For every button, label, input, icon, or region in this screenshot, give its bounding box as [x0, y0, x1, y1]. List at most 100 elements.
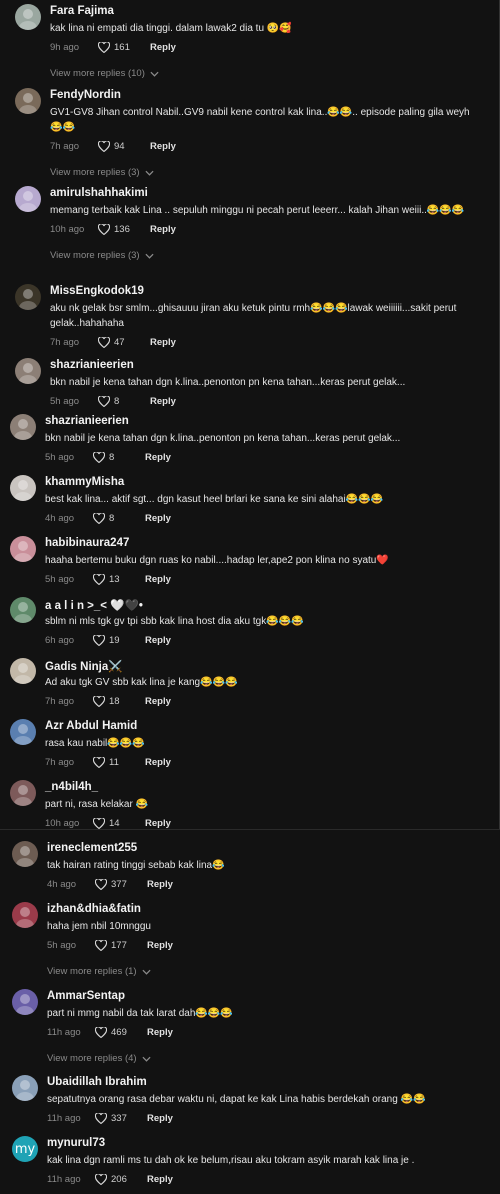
username[interactable]: FendyNordin: [50, 89, 121, 101]
comment-meta: 5h ago 8 Reply: [50, 396, 176, 407]
heart-icon[interactable]: [93, 818, 105, 829]
avatar[interactable]: [12, 841, 38, 867]
avatar[interactable]: [12, 902, 38, 928]
reply-button[interactable]: Reply: [145, 574, 171, 585]
view-more-label: View more replies (3): [50, 250, 140, 261]
heart-icon[interactable]: [98, 224, 110, 235]
view-more-replies[interactable]: View more replies (10): [50, 68, 159, 79]
reply-button[interactable]: Reply: [145, 452, 171, 463]
reply-button[interactable]: Reply: [150, 337, 176, 348]
heart-icon[interactable]: [93, 513, 105, 524]
heart-icon[interactable]: [95, 1027, 107, 1038]
like-count: 8: [109, 513, 115, 524]
like-count: 337: [111, 1113, 127, 1124]
comment-text: kak lina ni empati dia tinggi. dalam law…: [50, 23, 292, 34]
comment-meta: 11h ago 337 Reply: [47, 1113, 173, 1124]
like-count: 19: [109, 635, 120, 646]
comment-text: best kak lina... aktif sgt... dgn kasut …: [45, 494, 384, 505]
avatar[interactable]: [10, 719, 36, 745]
view-more-replies[interactable]: View more replies (4): [47, 1053, 151, 1064]
avatar[interactable]: [15, 358, 41, 384]
username[interactable]: Fara Fajima: [50, 5, 114, 17]
reply-button[interactable]: Reply: [145, 757, 171, 768]
reply-button[interactable]: Reply: [147, 1174, 173, 1185]
avatar-image: [16, 846, 34, 867]
reply-button[interactable]: Reply: [145, 635, 171, 646]
avatar-image: [14, 602, 32, 623]
timestamp: 10h ago: [50, 224, 85, 235]
comment-text: part ni, rasa kelakar 😂: [45, 799, 149, 810]
reply-button[interactable]: Reply: [147, 940, 173, 951]
avatar[interactable]: [15, 4, 41, 30]
heart-icon[interactable]: [98, 42, 110, 53]
comment-meta: 4h ago 377 Reply: [47, 879, 173, 890]
heart-icon[interactable]: [95, 1174, 107, 1185]
reply-button[interactable]: Reply: [147, 879, 173, 890]
username[interactable]: mynurul73: [47, 1137, 105, 1149]
username[interactable]: amirulshahhakimi: [50, 187, 148, 199]
comment-text: rasa kau nabil😂😂😂: [45, 738, 145, 749]
username[interactable]: shazrianieerien: [50, 359, 134, 371]
avatar[interactable]: [10, 780, 36, 806]
reply-button[interactable]: Reply: [150, 396, 176, 407]
heart-icon[interactable]: [95, 879, 107, 890]
comment-text: tak hairan rating tinggi sebab kak lina😂: [47, 860, 225, 871]
avatar[interactable]: [12, 989, 38, 1015]
timestamp: 7h ago: [45, 696, 75, 707]
reply-button[interactable]: Reply: [150, 42, 176, 53]
avatar[interactable]: [15, 88, 41, 114]
avatar[interactable]: [12, 1075, 38, 1101]
avatar[interactable]: [10, 597, 36, 623]
heart-icon[interactable]: [95, 940, 107, 951]
avatar[interactable]: [10, 414, 36, 440]
heart-icon[interactable]: [93, 757, 105, 768]
avatar[interactable]: [10, 536, 36, 562]
avatar[interactable]: [10, 475, 36, 501]
avatar[interactable]: [15, 284, 41, 310]
reply-button[interactable]: Reply: [145, 818, 171, 829]
heart-icon[interactable]: [98, 396, 110, 407]
reply-button[interactable]: Reply: [145, 696, 171, 707]
chevron-down-icon: [145, 170, 154, 176]
username[interactable]: ireneclement255: [47, 842, 137, 854]
username[interactable]: MissEngkodok19: [50, 285, 144, 297]
avatar[interactable]: [10, 658, 36, 684]
heart-icon[interactable]: [95, 1113, 107, 1124]
chevron-down-icon: [142, 1056, 151, 1062]
view-more-replies[interactable]: View more replies (1): [47, 966, 151, 977]
avatar-image: [19, 9, 37, 30]
username[interactable]: _n4bil4h_: [45, 781, 98, 793]
heart-icon[interactable]: [93, 574, 105, 585]
avatar[interactable]: [15, 186, 41, 212]
view-more-label: View more replies (10): [50, 68, 145, 79]
reply-button[interactable]: Reply: [147, 1027, 173, 1038]
username[interactable]: AmmarSentap: [47, 990, 125, 1002]
reply-button[interactable]: Reply: [150, 141, 176, 152]
username[interactable]: Gadis Ninja⚔️: [45, 659, 123, 673]
username[interactable]: habibinaura247: [45, 537, 129, 549]
reply-button[interactable]: Reply: [147, 1113, 173, 1124]
username[interactable]: shazrianieerien: [45, 415, 129, 427]
comment-text: memang terbaik kak Lina .. sepuluh mingg…: [50, 205, 465, 216]
username[interactable]: Azr Abdul Hamid: [45, 720, 137, 732]
heart-icon[interactable]: [93, 696, 105, 707]
avatar[interactable]: my: [12, 1136, 38, 1162]
username[interactable]: Ubaidillah Ibrahim: [47, 1076, 147, 1088]
view-more-replies[interactable]: View more replies (3): [50, 250, 154, 261]
reply-button[interactable]: Reply: [150, 224, 176, 235]
heart-icon[interactable]: [93, 452, 105, 463]
like-count: 13: [109, 574, 120, 585]
view-more-replies[interactable]: View more replies (3): [50, 167, 154, 178]
heart-icon[interactable]: [98, 141, 110, 152]
comment-text: bkn nabil je kena tahan dgn k.lina..peno…: [50, 377, 406, 388]
timestamp: 5h ago: [45, 452, 75, 463]
heart-icon[interactable]: [98, 337, 110, 348]
heart-icon[interactable]: [93, 635, 105, 646]
username[interactable]: a a l i n >_< 🤍🖤•: [45, 598, 143, 612]
reply-button[interactable]: Reply: [145, 513, 171, 524]
username[interactable]: khammyMisha: [45, 476, 124, 488]
comment-meta: 6h ago 19 Reply: [45, 635, 171, 646]
username[interactable]: izhan&dhia&fatin: [47, 903, 141, 915]
like-count: 206: [111, 1174, 127, 1185]
like-count: 94: [114, 141, 125, 152]
